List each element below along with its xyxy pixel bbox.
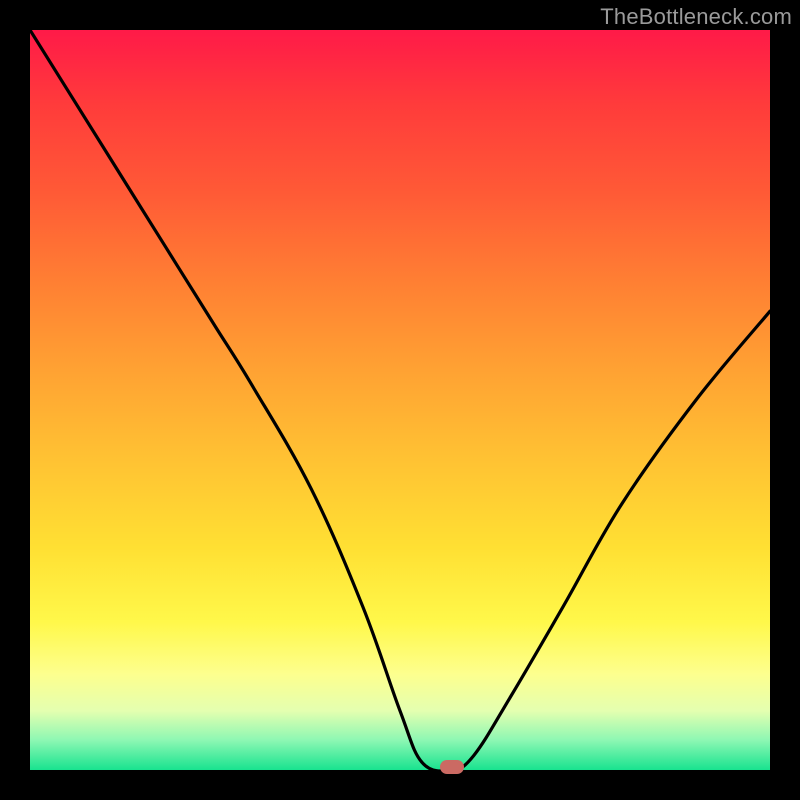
chart-plot-area <box>30 30 770 770</box>
bottleneck-curve <box>30 30 770 770</box>
chart-curve-layer <box>30 30 770 770</box>
chart-frame: TheBottleneck.com <box>0 0 800 800</box>
watermark-text: TheBottleneck.com <box>600 4 792 30</box>
optimal-point-marker <box>440 760 464 774</box>
